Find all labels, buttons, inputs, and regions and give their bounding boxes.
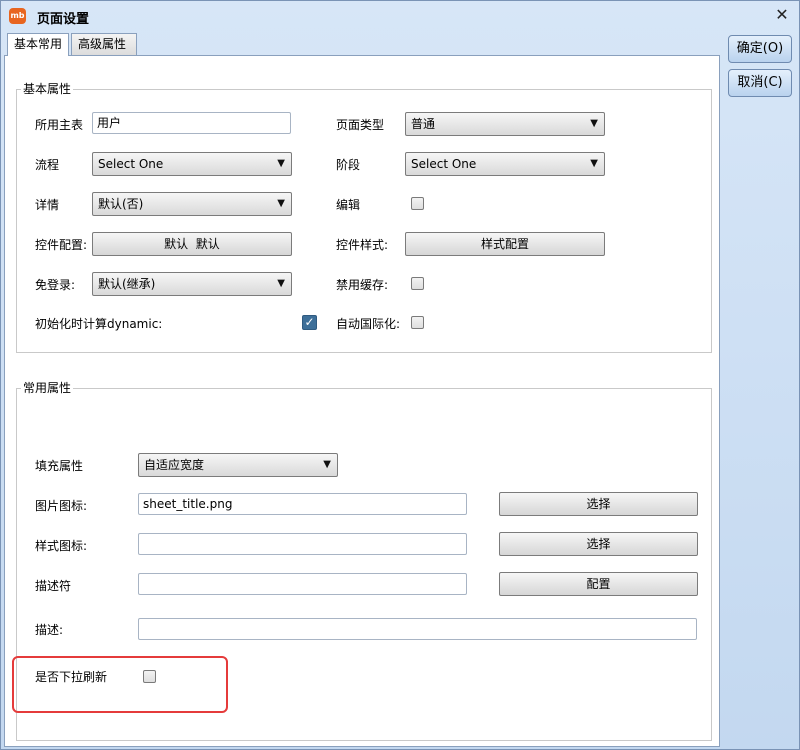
tab-panel-basic: 基本属性 所用主表 用户 页面类型 普通 ▼ 流程 Select One ▼ 阶… xyxy=(4,55,720,747)
stage-label: 阶段 xyxy=(336,158,361,172)
flow-select[interactable]: Select One ▼ xyxy=(92,152,292,176)
close-icon[interactable]: ✕ xyxy=(773,6,791,24)
ok-button[interactable]: 确定(O) xyxy=(728,35,792,63)
page-settings-dialog: mb 页面设置 ✕ 基本常用 高级属性 确定(O) 取消(C) 基本属性 所用主… xyxy=(0,0,800,750)
description-input[interactable] xyxy=(138,618,697,640)
stage-select[interactable]: Select One ▼ xyxy=(405,152,605,176)
no-login-value: 默认(继承) xyxy=(98,277,156,291)
tab-basic-common[interactable]: 基本常用 xyxy=(7,33,69,56)
flow-label: 流程 xyxy=(35,158,60,172)
no-login-select[interactable]: 默认(继承) ▼ xyxy=(92,272,292,296)
control-config-label: 控件配置: xyxy=(35,238,88,252)
control-style-label: 控件样式: xyxy=(336,238,389,252)
common-properties-group: 常用属性 xyxy=(16,381,712,741)
common-properties-legend: 常用属性 xyxy=(21,381,74,395)
style-icon-choose-button[interactable]: 选择 xyxy=(499,532,698,556)
style-config-button[interactable]: 样式配置 xyxy=(405,232,605,256)
cancel-button[interactable]: 取消(C) xyxy=(728,69,792,97)
page-type-label: 页面类型 xyxy=(336,118,385,132)
checkmark-icon: ✓ xyxy=(304,315,315,329)
auto-i18n-checkbox[interactable] xyxy=(411,316,424,329)
image-icon-choose-button[interactable]: 选择 xyxy=(499,492,698,516)
style-icon-input[interactable] xyxy=(138,533,467,555)
detail-value: 默认(否) xyxy=(98,197,144,211)
main-table-input[interactable]: 用户 xyxy=(92,112,291,134)
stage-value: Select One xyxy=(411,157,477,171)
fill-value: 自适应宽度 xyxy=(144,458,205,472)
main-table-label: 所用主表 xyxy=(35,118,84,132)
init-dynamic-label: 初始化时计算dynamic: xyxy=(35,317,163,331)
title-bar: mb 页面设置 ✕ xyxy=(1,1,799,31)
page-type-select[interactable]: 普通 ▼ xyxy=(405,112,605,136)
pull-refresh-checkbox[interactable] xyxy=(143,670,156,683)
description-label: 描述: xyxy=(35,623,64,637)
fill-label: 填充属性 xyxy=(35,459,84,473)
image-icon-input[interactable]: sheet_title.png xyxy=(138,493,467,515)
chevron-down-icon: ▼ xyxy=(277,158,285,169)
descriptor-input[interactable] xyxy=(138,573,467,595)
no-login-label: 免登录: xyxy=(35,278,76,292)
disable-cache-checkbox[interactable] xyxy=(411,277,424,290)
disable-cache-label: 禁用缓存: xyxy=(336,278,389,292)
auto-i18n-label: 自动国际化: xyxy=(336,317,401,331)
chevron-down-icon: ▼ xyxy=(590,118,598,129)
dialog-title: 页面设置 xyxy=(37,12,90,27)
basic-properties-legend: 基本属性 xyxy=(21,82,74,96)
detail-label: 详情 xyxy=(35,198,60,212)
init-dynamic-checkbox[interactable]: ✓ xyxy=(302,315,317,330)
edit-checkbox[interactable] xyxy=(411,197,424,210)
chevron-down-icon: ▼ xyxy=(590,158,598,169)
pull-refresh-label: 是否下拉刷新 xyxy=(35,670,108,684)
fill-select[interactable]: 自适应宽度 ▼ xyxy=(138,453,338,477)
chevron-down-icon: ▼ xyxy=(277,278,285,289)
chevron-down-icon: ▼ xyxy=(323,459,331,470)
descriptor-config-button[interactable]: 配置 xyxy=(499,572,698,596)
tab-advanced-properties[interactable]: 高级属性 xyxy=(71,33,137,55)
chevron-down-icon: ▼ xyxy=(277,198,285,209)
style-icon-label: 样式图标: xyxy=(35,539,88,553)
app-logo-icon: mb xyxy=(9,8,26,24)
control-config-button[interactable]: 默认 默认 xyxy=(92,232,292,256)
page-type-value: 普通 xyxy=(411,117,436,131)
image-icon-label: 图片图标: xyxy=(35,499,88,513)
detail-select[interactable]: 默认(否) ▼ xyxy=(92,192,292,216)
flow-value: Select One xyxy=(98,157,164,171)
edit-label: 编辑 xyxy=(336,198,361,212)
descriptor-label: 描述符 xyxy=(35,579,72,593)
